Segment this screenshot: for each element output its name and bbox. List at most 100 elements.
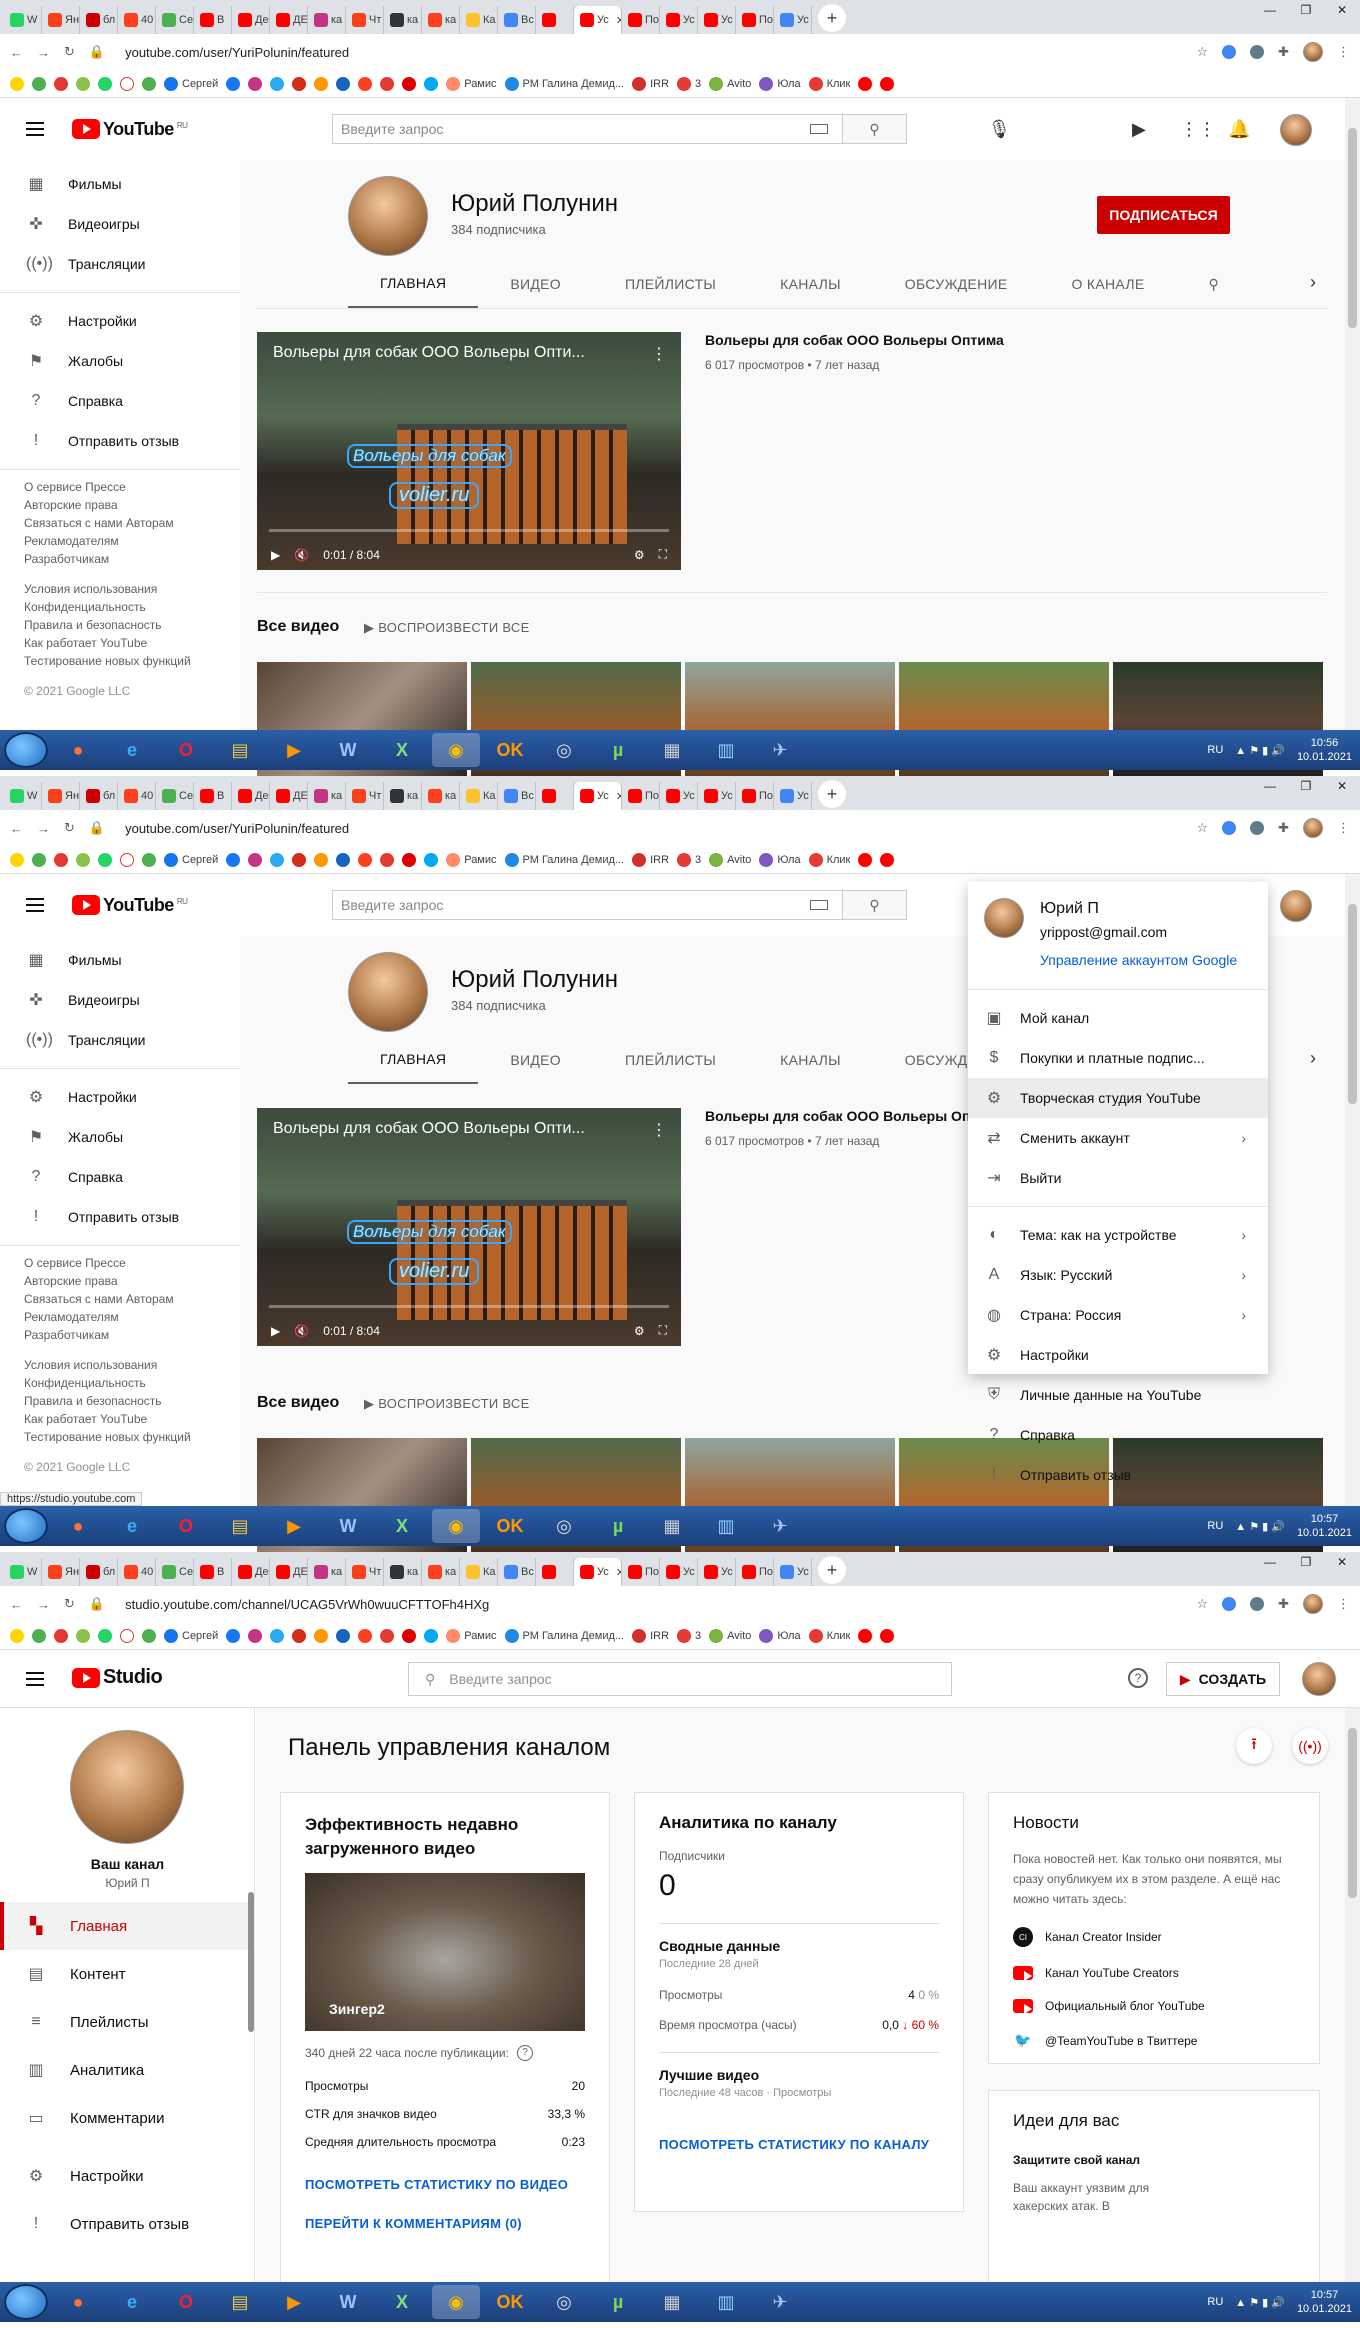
profile-avatar[interactable] (1303, 818, 1323, 838)
star-icon[interactable]: ☆ (1196, 1596, 1208, 1612)
sidebar-item-games[interactable]: ✜ Видеоигры (0, 204, 240, 244)
tab[interactable]: Чт (346, 782, 384, 810)
ok-icon[interactable]: OK (486, 733, 534, 767)
ok-icon[interactable]: OK (486, 1509, 534, 1543)
menu-item-settings[interactable]: ⚙ Настройки (968, 1335, 1268, 1375)
bookmark[interactable]: Юла (759, 1628, 801, 1643)
ie-icon[interactable]: e (108, 733, 156, 767)
tab[interactable]: Де (232, 1558, 270, 1586)
tab[interactable]: 40 (118, 782, 156, 810)
tab[interactable]: бл (80, 1558, 118, 1586)
menu-item-studio[interactable]: ⚙ Творческая студия YouTube (968, 1078, 1268, 1118)
app-icon[interactable]: ✈ (756, 1509, 804, 1543)
channel-stats-link[interactable]: ПОСМОТРЕТЬ СТАТИСТИКУ ПО КАНАЛУ (659, 2137, 939, 2152)
clock[interactable]: 10:57 10.01.2021 (1297, 1512, 1352, 1540)
tab[interactable]: Ус (774, 1558, 812, 1586)
word-icon[interactable]: W (324, 2285, 372, 2319)
close-icon[interactable]: ✕ (1324, 0, 1360, 20)
start-button[interactable] (4, 2284, 48, 2320)
bookmark[interactable]: Клик (808, 76, 850, 91)
tab[interactable]: Вс (498, 6, 536, 34)
tab[interactable]: Се (156, 1558, 194, 1586)
more-icon[interactable]: ⋮ (651, 1120, 667, 1140)
excel-icon[interactable]: X (378, 2285, 426, 2319)
firefox-icon[interactable]: ● (54, 1509, 102, 1543)
tab[interactable]: Ус (698, 782, 736, 810)
maximize-icon[interactable]: ❐ (1288, 1552, 1324, 1572)
search-input[interactable]: Введите запрос (333, 121, 810, 137)
scrollbar[interactable] (1345, 1708, 1360, 2282)
extension-icon[interactable] (1250, 45, 1265, 59)
bookmark[interactable]: 3 (677, 76, 701, 91)
camera-icon[interactable]: ◎ (540, 2285, 588, 2319)
extension-icon[interactable] (1250, 821, 1265, 835)
tab[interactable]: В (194, 782, 232, 810)
url-input[interactable]: youtube.com/user/YuriPolunin/featured (125, 45, 349, 60)
tab-active[interactable]: Ус✕ (574, 782, 622, 810)
tab[interactable]: ка (422, 1558, 460, 1586)
tab-active[interactable]: Ус✕ (574, 1558, 622, 1586)
puzzle-icon[interactable]: ✚ (1278, 1596, 1289, 1612)
bookmark[interactable]: Юла (759, 76, 801, 91)
nav-settings[interactable]: ⚙ Настройки (0, 2152, 255, 2200)
nav-playlists[interactable]: ≡ Плейлисты (0, 1998, 255, 2046)
bookmark[interactable]: IRR (632, 76, 669, 91)
nav-comments[interactable]: ▭ Комментарии (0, 2094, 255, 2142)
start-button[interactable] (4, 732, 48, 768)
tab-channels[interactable]: КАНАЛЫ (748, 1036, 873, 1084)
extension-icon[interactable] (1250, 1597, 1265, 1611)
tab-about[interactable]: О КАНАЛЕ (1040, 260, 1177, 308)
firefox-icon[interactable]: ● (54, 2285, 102, 2319)
create-video-icon[interactable]: ▶ (1132, 119, 1146, 140)
fullscreen-icon[interactable]: ⛶ (659, 547, 667, 562)
tab[interactable]: По (622, 1558, 660, 1586)
bookmark[interactable]: Юла (759, 852, 801, 867)
maximize-icon[interactable]: ❐ (1288, 776, 1324, 796)
folder-icon[interactable]: ▤ (216, 1509, 264, 1543)
tab[interactable]: Яндекс (42, 782, 80, 810)
youtube-logo[interactable]: YouTube RU (72, 895, 188, 916)
tab[interactable]: Вс (498, 782, 536, 810)
word-icon[interactable]: W (324, 1509, 372, 1543)
app-icon[interactable]: ✈ (756, 2285, 804, 2319)
upload-icon[interactable]: ⭱ (1236, 1728, 1272, 1764)
new-tab-button[interactable]: + (818, 780, 846, 808)
tab[interactable]: бл (80, 6, 118, 34)
app-icon[interactable]: ✈ (756, 733, 804, 767)
tab[interactable]: Се (156, 782, 194, 810)
create-button[interactable]: ▶ СОЗДАТЬ (1166, 1662, 1280, 1696)
keyboard-icon[interactable] (810, 124, 828, 134)
news-link[interactable]: CI Канал Creator Insider (1013, 1927, 1295, 1947)
tab[interactable]: ДЕ (270, 782, 308, 810)
tab[interactable]: Де (232, 782, 270, 810)
tab[interactable]: По (622, 6, 660, 34)
tab-home[interactable]: ГЛАВНАЯ (348, 1036, 479, 1084)
sidebar-item-live[interactable]: ((•)) Трансляции (0, 244, 240, 284)
recent-video-thumbnail[interactable]: Зингер2 (305, 1873, 585, 2031)
tray-icons[interactable]: ▲ ⚑ ▮ 🔊 (1235, 1520, 1285, 1533)
back-icon[interactable]: ← (10, 45, 23, 60)
more-icon[interactable]: ⋮ (651, 344, 667, 364)
scrollbar[interactable] (1345, 874, 1360, 1506)
tab[interactable]: Яндекс (42, 6, 80, 34)
tab[interactable]: ДЕ (270, 6, 308, 34)
play-all-button[interactable]: ▶ ВОСПРОИЗВЕСТИ ВСЕ (364, 620, 530, 636)
video-stats-link[interactable]: ПОСМОТРЕТЬ СТАТИСТИКУ ПО ВИДЕО (305, 2177, 585, 2192)
minimize-icon[interactable]: — (1252, 0, 1288, 20)
progress-bar[interactable] (269, 1305, 669, 1308)
hamburger-menu-icon[interactable] (26, 122, 44, 136)
tray-icons[interactable]: ▲ ⚑ ▮ 🔊 (1235, 2296, 1285, 2309)
menu-item-switch-account[interactable]: ⇄ Сменить аккаунт › (968, 1118, 1268, 1158)
nav-analytics[interactable]: ▥ Аналитика (0, 2046, 255, 2094)
tab[interactable] (536, 782, 574, 810)
channel-avatar[interactable] (348, 176, 428, 256)
close-icon[interactable]: ✕ (1324, 1552, 1360, 1572)
tab[interactable]: Вс (498, 1558, 536, 1586)
bookmark[interactable]: 3 (677, 1628, 701, 1643)
excel-icon[interactable]: X (378, 1509, 426, 1543)
notes-icon[interactable]: ▥ (702, 733, 750, 767)
reload-icon[interactable]: ↻ (64, 44, 75, 60)
play-icon[interactable]: ▶ (271, 1324, 280, 1338)
tab[interactable]: Ка (460, 1558, 498, 1586)
hamburger-menu-icon[interactable] (26, 898, 44, 912)
